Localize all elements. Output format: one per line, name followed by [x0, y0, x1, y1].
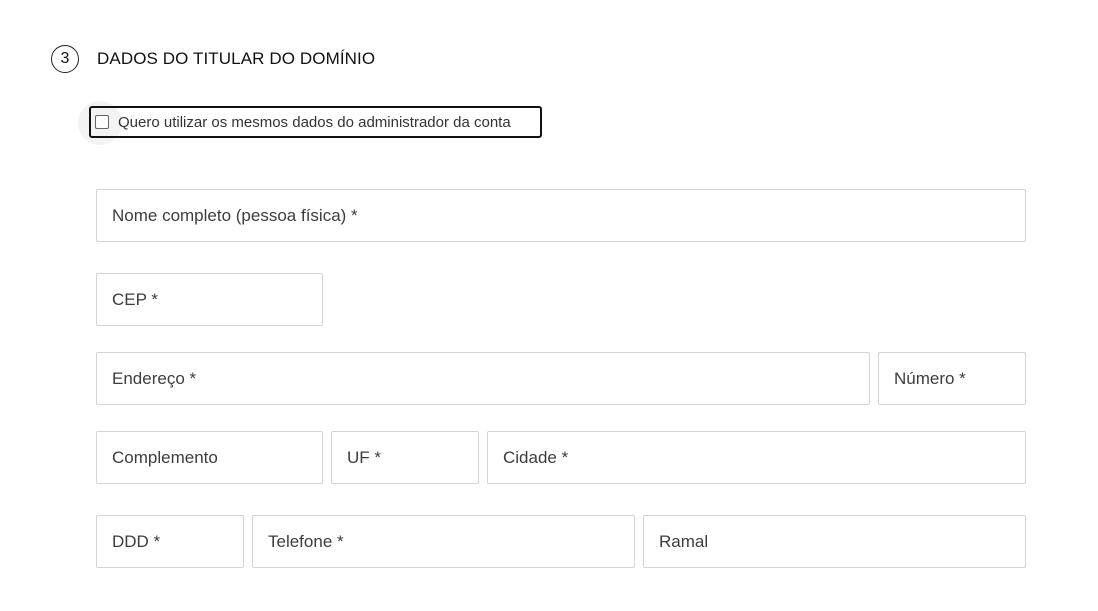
phone-field[interactable] [252, 515, 635, 568]
address-field[interactable] [96, 352, 870, 405]
extension-input[interactable] [644, 516, 1025, 567]
city-field[interactable] [487, 431, 1026, 484]
number-input[interactable] [879, 353, 1025, 404]
phone-input[interactable] [253, 516, 634, 567]
domain-holder-form: 3 DADOS DO TITULAR DO DOMÍNIO Quero util… [0, 0, 1098, 611]
cep-field[interactable] [96, 273, 323, 326]
same-as-admin-checkbox[interactable]: Quero utilizar os mesmos dados do admini… [89, 106, 542, 138]
city-input[interactable] [488, 432, 1025, 483]
address-input[interactable] [97, 353, 869, 404]
uf-input[interactable] [332, 432, 478, 483]
same-as-admin-label: Quero utilizar os mesmos dados do admini… [118, 113, 511, 131]
checkbox-square-icon[interactable] [95, 115, 109, 129]
complement-input[interactable] [97, 432, 322, 483]
section-title: DADOS DO TITULAR DO DOMÍNIO [97, 49, 376, 68]
cep-input[interactable] [97, 274, 322, 325]
uf-field[interactable] [331, 431, 479, 484]
complement-field[interactable] [96, 431, 323, 484]
number-field[interactable] [878, 352, 1026, 405]
extension-field[interactable] [643, 515, 1026, 568]
full-name-input[interactable] [97, 190, 1025, 241]
ddd-field[interactable] [96, 515, 244, 568]
step-number-badge: 3 [51, 45, 79, 73]
full-name-field[interactable] [96, 189, 1026, 242]
ddd-input[interactable] [97, 516, 243, 567]
